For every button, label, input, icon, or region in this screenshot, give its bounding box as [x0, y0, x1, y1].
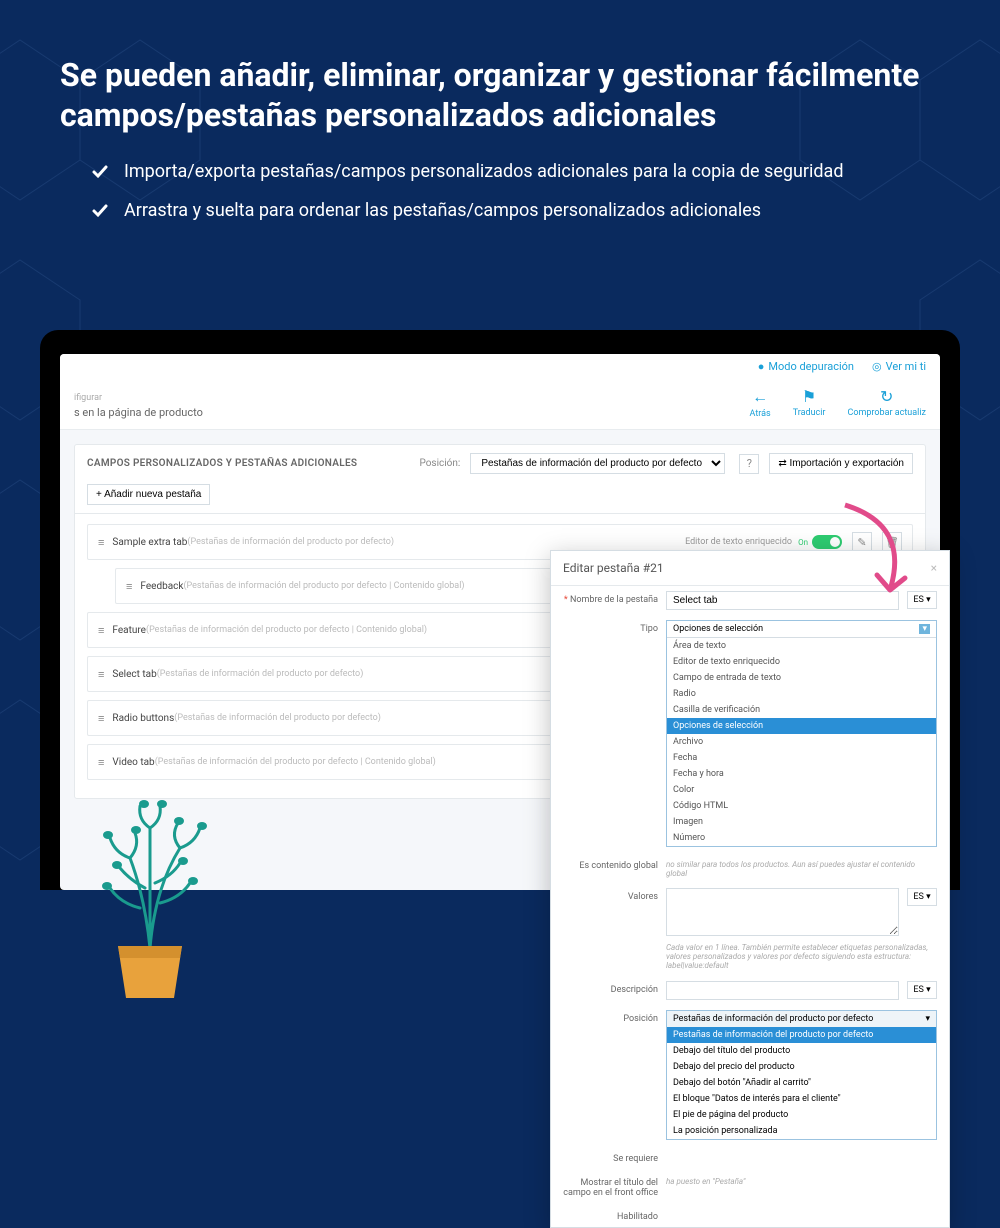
- drag-handle-icon[interactable]: ≡: [98, 756, 104, 769]
- refresh-button[interactable]: ↻Comprobar actualiz: [847, 387, 926, 419]
- view-shop-link[interactable]: ◎Ver mi ti: [872, 360, 926, 373]
- dropdown-option[interactable]: Archivo: [667, 734, 936, 750]
- breadcrumb: ifigurar: [74, 393, 203, 403]
- dropdown-option[interactable]: Área de texto: [667, 638, 936, 654]
- close-icon[interactable]: ×: [931, 561, 937, 575]
- flag-icon: ⚑: [793, 387, 826, 406]
- debug-mode-link[interactable]: ●Modo depuración: [758, 360, 854, 373]
- drag-handle-icon[interactable]: ≡: [98, 712, 104, 725]
- hero-bullet: Importa/exporta pestañas/campos personal…: [90, 159, 940, 184]
- bug-icon: ●: [758, 360, 765, 373]
- eye-icon: ◎: [872, 360, 882, 373]
- check-icon: [90, 201, 110, 221]
- dropdown-option[interactable]: Color: [667, 782, 936, 798]
- description-input[interactable]: [666, 981, 899, 1000]
- import-export-button[interactable]: ⇄ Importación y exportación: [769, 453, 913, 474]
- position-select[interactable]: Pestañas de información del producto por…: [470, 453, 725, 474]
- dropdown-option[interactable]: Opciones de selección: [667, 718, 936, 734]
- chevron-down-icon: ▾: [925, 1014, 930, 1024]
- lang-selector[interactable]: ES ▾: [907, 981, 937, 999]
- page-title: s en la página de producto: [74, 406, 203, 419]
- panel-title: CAMPOS PERSONALIZADOS Y PESTAÑAS ADICION…: [87, 458, 357, 469]
- modal-title: Editar pestaña #21: [563, 561, 664, 575]
- plant-decoration: [60, 798, 240, 998]
- check-icon: [90, 162, 110, 182]
- drag-handle-icon[interactable]: ≡: [98, 624, 104, 637]
- dropdown-option[interactable]: Pestañas de información del producto por…: [667, 1027, 936, 1043]
- arrow-left-icon: ←: [750, 387, 771, 407]
- position-label: Posición:: [419, 458, 460, 469]
- drag-handle-icon[interactable]: ≡: [98, 536, 104, 549]
- dropdown-option[interactable]: La posición personalizada: [667, 1123, 936, 1139]
- dropdown-option[interactable]: Editor de texto enriquecido: [667, 654, 936, 670]
- back-button[interactable]: ←Atrás: [750, 387, 771, 419]
- dropdown-option[interactable]: Fecha: [667, 750, 936, 766]
- lang-selector[interactable]: ES ▾: [907, 888, 937, 906]
- type-dropdown[interactable]: Opciones de selección ▾ Área de textoEdit…: [666, 620, 937, 847]
- dropdown-option[interactable]: El bloque "Datos de interés para el clie…: [667, 1091, 936, 1107]
- translate-button[interactable]: ⚑Traducir: [793, 387, 826, 419]
- chevron-down-icon: ▾: [919, 624, 930, 634]
- dropdown-option[interactable]: Debajo del precio del producto: [667, 1059, 936, 1075]
- add-tab-button[interactable]: + Añadir nueva pestaña: [87, 484, 210, 505]
- dropdown-option[interactable]: Número: [667, 830, 936, 846]
- dropdown-option[interactable]: Imagen: [667, 814, 936, 830]
- top-status-bar: ●Modo depuración ◎Ver mi ti: [60, 354, 940, 379]
- dropdown-option[interactable]: Debajo del título del producto: [667, 1043, 936, 1059]
- dropdown-option[interactable]: Fecha y hora: [667, 766, 936, 782]
- dropdown-option[interactable]: Casilla de verificación: [667, 702, 936, 718]
- dropdown-option[interactable]: Debajo del botón "Añadir al carrito": [667, 1075, 936, 1091]
- drag-handle-icon[interactable]: ≡: [98, 668, 104, 681]
- dropdown-option[interactable]: Código HTML: [667, 798, 936, 814]
- hero-bullet: Arrastra y suelta para ordenar las pesta…: [90, 198, 940, 223]
- help-icon[interactable]: ?: [739, 454, 759, 474]
- values-textarea[interactable]: [666, 888, 899, 936]
- dropdown-option[interactable]: El pie de página del producto: [667, 1107, 936, 1123]
- header-row: ifigurar s en la página de producto ←Atr…: [60, 379, 940, 430]
- dropdown-option[interactable]: Campo de entrada de texto: [667, 670, 936, 686]
- refresh-icon: ↻: [847, 387, 926, 406]
- position-dropdown[interactable]: Pestañas de información del producto por…: [666, 1010, 937, 1140]
- dropdown-option[interactable]: Radio: [667, 686, 936, 702]
- drag-handle-icon[interactable]: ≡: [126, 580, 132, 593]
- hero-section: Se pueden añadir, eliminar, organizar y …: [0, 0, 1000, 267]
- hero-title: Se pueden añadir, eliminar, organizar y …: [60, 55, 940, 135]
- callout-arrow-icon: [835, 500, 925, 610]
- edit-tab-modal: Editar pestaña #21 × * Nombre de la pest…: [550, 550, 950, 1228]
